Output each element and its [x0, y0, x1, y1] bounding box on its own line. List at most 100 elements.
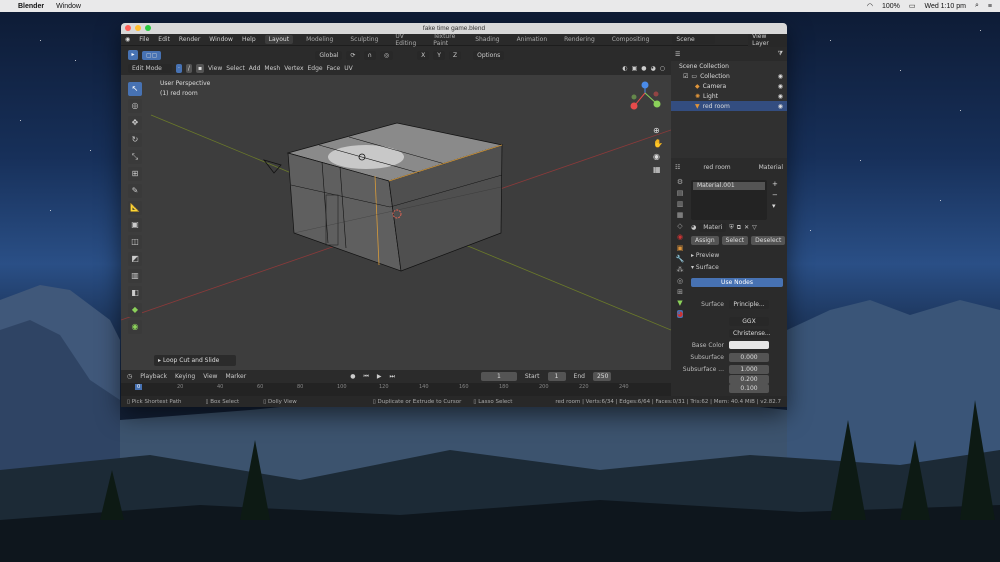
- xray-icon[interactable]: ▣: [632, 65, 638, 72]
- select-tool-icon[interactable]: ↖: [128, 82, 142, 96]
- marker-menu[interactable]: Marker: [225, 373, 246, 380]
- output-tab-icon[interactable]: ▥: [677, 200, 684, 208]
- pan-hand-icon[interactable]: ✋: [653, 139, 663, 148]
- cursor-tool-icon[interactable]: ◎: [128, 99, 142, 113]
- vp-menu-mesh[interactable]: Mesh: [264, 65, 280, 72]
- subsurface-radius-y[interactable]: 0.200: [729, 375, 769, 384]
- eye-icon[interactable]: ◉: [778, 93, 783, 100]
- modifier-tab-icon[interactable]: 🔧: [676, 255, 685, 263]
- tab-shading[interactable]: Shading: [471, 35, 503, 44]
- battery-icon[interactable]: ▭: [909, 2, 916, 10]
- playback-menu[interactable]: Playback: [140, 373, 167, 380]
- surface-panel-header[interactable]: ▾ Surface: [691, 264, 719, 271]
- inset-tool-icon[interactable]: ◫: [128, 235, 142, 249]
- blender-logo-icon[interactable]: ◉: [125, 36, 130, 43]
- timeline-editor-icon[interactable]: ◷: [127, 373, 132, 380]
- annotate-tool-icon[interactable]: ✎: [128, 184, 142, 198]
- pivot-icon[interactable]: ⟳: [346, 50, 360, 60]
- minimize-window-button[interactable]: [135, 25, 141, 31]
- subsurface-radius-z[interactable]: 0.100: [729, 384, 769, 393]
- zoom-window-button[interactable]: [145, 25, 151, 31]
- add-slot-icon[interactable]: +: [772, 180, 778, 188]
- eye-icon[interactable]: ◉: [778, 83, 783, 90]
- outliner-scene-collection[interactable]: Scene Collection: [671, 61, 787, 71]
- distribution-select[interactable]: GGX: [729, 316, 769, 326]
- knife-tool-icon[interactable]: ◧: [128, 286, 142, 300]
- camera-view-icon[interactable]: ◉: [653, 152, 663, 161]
- assign-button[interactable]: Assign: [691, 236, 719, 245]
- constraints-tab-icon[interactable]: ⊞: [677, 288, 683, 296]
- tab-rendering[interactable]: Rendering: [560, 35, 599, 44]
- mirror-z[interactable]: Z: [448, 50, 462, 60]
- preview-panel-header[interactable]: ▸ Preview: [691, 252, 719, 259]
- select-button[interactable]: Select: [721, 236, 749, 245]
- scene-selector[interactable]: Scene: [672, 35, 716, 44]
- material-sphere-icon[interactable]: ◕: [691, 224, 696, 231]
- world-tab-icon[interactable]: ◉: [677, 233, 683, 241]
- subsurface-field[interactable]: 0.000: [729, 352, 769, 362]
- start-frame[interactable]: 1: [547, 372, 566, 381]
- slot-menu-icon[interactable]: ▾: [772, 202, 778, 210]
- outliner-item-light[interactable]: ✺ Light ◉: [671, 91, 787, 101]
- control-center-icon[interactable]: ≡: [988, 3, 992, 10]
- properties-editor-icon[interactable]: ☷: [675, 164, 680, 171]
- wifi-icon[interactable]: ◠: [867, 2, 873, 10]
- keying-menu[interactable]: Keying: [175, 373, 195, 380]
- tab-modeling[interactable]: Modeling: [302, 35, 337, 44]
- menubar-app-name[interactable]: Blender: [18, 3, 44, 10]
- use-nodes-button[interactable]: Use Nodes: [691, 278, 783, 287]
- operator-panel[interactable]: ▸ Loop Cut and Slide: [154, 355, 236, 366]
- battery-percent[interactable]: 100%: [882, 3, 900, 10]
- tab-layout[interactable]: Layout: [264, 35, 294, 44]
- link-icon[interactable]: ▽: [752, 224, 757, 231]
- rotate-tool-icon[interactable]: ↻: [128, 133, 142, 147]
- vp-menu-view[interactable]: View: [208, 65, 222, 72]
- particles-tab-icon[interactable]: ⁂: [677, 266, 684, 274]
- timeline-ruler[interactable]: 0 20 40 60 80 100 120 140 160 180 200 22…: [121, 383, 671, 396]
- scale-tool-icon[interactable]: ⤡: [128, 150, 142, 164]
- solid-shading-icon[interactable]: ●: [641, 65, 646, 72]
- unlink-icon[interactable]: ✕: [744, 224, 749, 231]
- duplicate-icon[interactable]: ⧉: [737, 224, 741, 232]
- extrude-tool-icon[interactable]: ▣: [128, 218, 142, 232]
- ortho-grid-icon[interactable]: ▦: [653, 165, 663, 174]
- menu-render[interactable]: Render: [179, 36, 200, 43]
- spin-tool-icon[interactable]: ◉: [128, 320, 142, 334]
- subsurface-radius-x[interactable]: 1.000: [729, 364, 769, 374]
- remove-slot-icon[interactable]: −: [772, 191, 778, 199]
- face-select-icon[interactable]: ▪: [195, 63, 205, 73]
- outliner-item-collection[interactable]: ☑ ▭ Collection ◉: [671, 71, 787, 81]
- menu-edit[interactable]: Edit: [158, 36, 170, 43]
- select-mode-icon[interactable]: ▸: [128, 50, 138, 60]
- material-slot-list[interactable]: Material.001: [691, 180, 767, 220]
- render-tab-icon[interactable]: ▤: [677, 189, 684, 197]
- current-frame[interactable]: 1: [480, 372, 517, 381]
- clock[interactable]: Wed 1:10 pm: [924, 3, 966, 10]
- overlays-icon[interactable]: ◐: [622, 65, 627, 72]
- mirror-y[interactable]: Y: [433, 50, 445, 60]
- select-box-icon[interactable]: ▢▢: [142, 50, 162, 60]
- frame-marker[interactable]: 0: [135, 384, 143, 390]
- material-name-field[interactable]: Materi: [699, 223, 727, 232]
- play-icon[interactable]: ▶: [377, 373, 382, 380]
- search-icon[interactable]: ⌕: [975, 2, 979, 10]
- zoom-icon[interactable]: ⊕: [653, 126, 663, 135]
- poly-build-tool-icon[interactable]: ◆: [128, 303, 142, 317]
- vp-menu-edge[interactable]: Edge: [308, 65, 323, 72]
- tab-sculpting[interactable]: Sculpting: [346, 35, 382, 44]
- bevel-tool-icon[interactable]: ◩: [128, 252, 142, 266]
- viewport-3d-scene[interactable]: [121, 75, 671, 370]
- record-icon[interactable]: ●: [350, 373, 355, 380]
- checkbox-icon[interactable]: ☑: [683, 73, 688, 80]
- deselect-button[interactable]: Deselect: [751, 236, 786, 245]
- snap-icon[interactable]: ∩: [363, 50, 376, 60]
- menu-help[interactable]: Help: [242, 36, 256, 43]
- timeline-view-menu[interactable]: View: [203, 373, 217, 380]
- edge-select-icon[interactable]: /: [185, 63, 192, 73]
- eye-icon[interactable]: ◉: [778, 103, 783, 110]
- jump-end-icon[interactable]: ⏭: [389, 373, 394, 381]
- vp-menu-vertex[interactable]: Vertex: [284, 65, 303, 72]
- tab-compositing[interactable]: Compositing: [608, 35, 654, 44]
- menubar-window[interactable]: Window: [56, 3, 81, 10]
- close-window-button[interactable]: [125, 25, 131, 31]
